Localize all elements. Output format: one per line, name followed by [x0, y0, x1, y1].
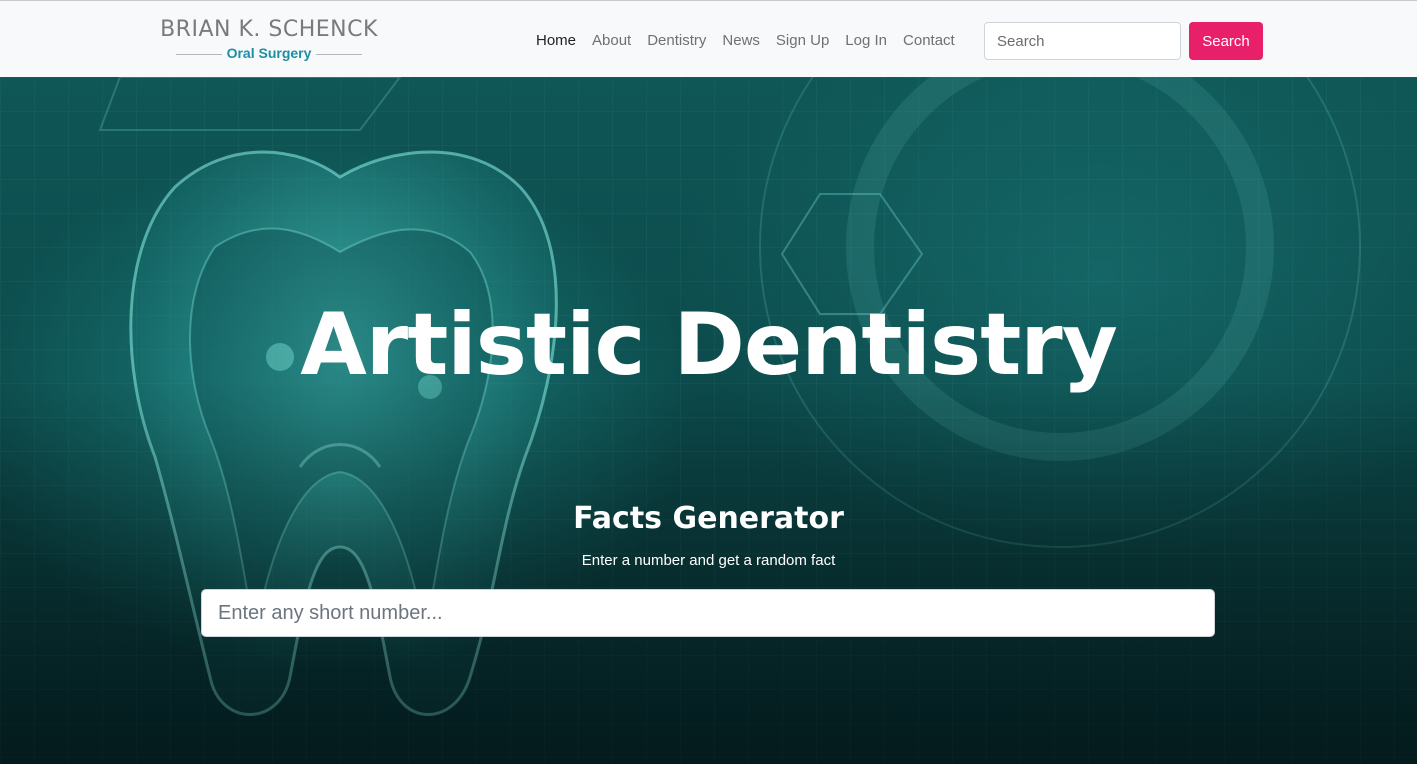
nav-sign-up[interactable]: Sign Up — [768, 29, 837, 53]
hero-title: Artistic Dentistry — [300, 295, 1118, 395]
logo-divider-right — [316, 54, 362, 55]
navbar: BRIAN K. SCHENCK Oral Surgery Home About… — [0, 0, 1417, 77]
nav-about[interactable]: About — [584, 29, 639, 53]
logo-name: BRIAN K. SCHENCK — [160, 17, 378, 42]
facts-generator-title: Facts Generator — [573, 501, 844, 536]
nav-log-in[interactable]: Log In — [837, 29, 895, 53]
hero-section: Artistic Dentistry Facts Generator Enter… — [0, 77, 1417, 764]
search-button[interactable]: Search — [1189, 22, 1263, 60]
nav-contact[interactable]: Contact — [895, 29, 963, 53]
brand-logo[interactable]: BRIAN K. SCHENCK Oral Surgery — [158, 17, 380, 65]
nav-links: Home About Dentistry News Sign Up Log In… — [528, 29, 963, 53]
nav-news[interactable]: News — [714, 29, 768, 53]
nav-home[interactable]: Home — [528, 29, 584, 53]
search-input[interactable] — [984, 22, 1181, 60]
number-input[interactable] — [201, 589, 1215, 637]
tooth-xray-illustration — [0, 77, 1417, 764]
nav-dentistry[interactable]: Dentistry — [639, 29, 714, 53]
facts-generator-subtitle: Enter a number and get a random fact — [581, 552, 836, 569]
